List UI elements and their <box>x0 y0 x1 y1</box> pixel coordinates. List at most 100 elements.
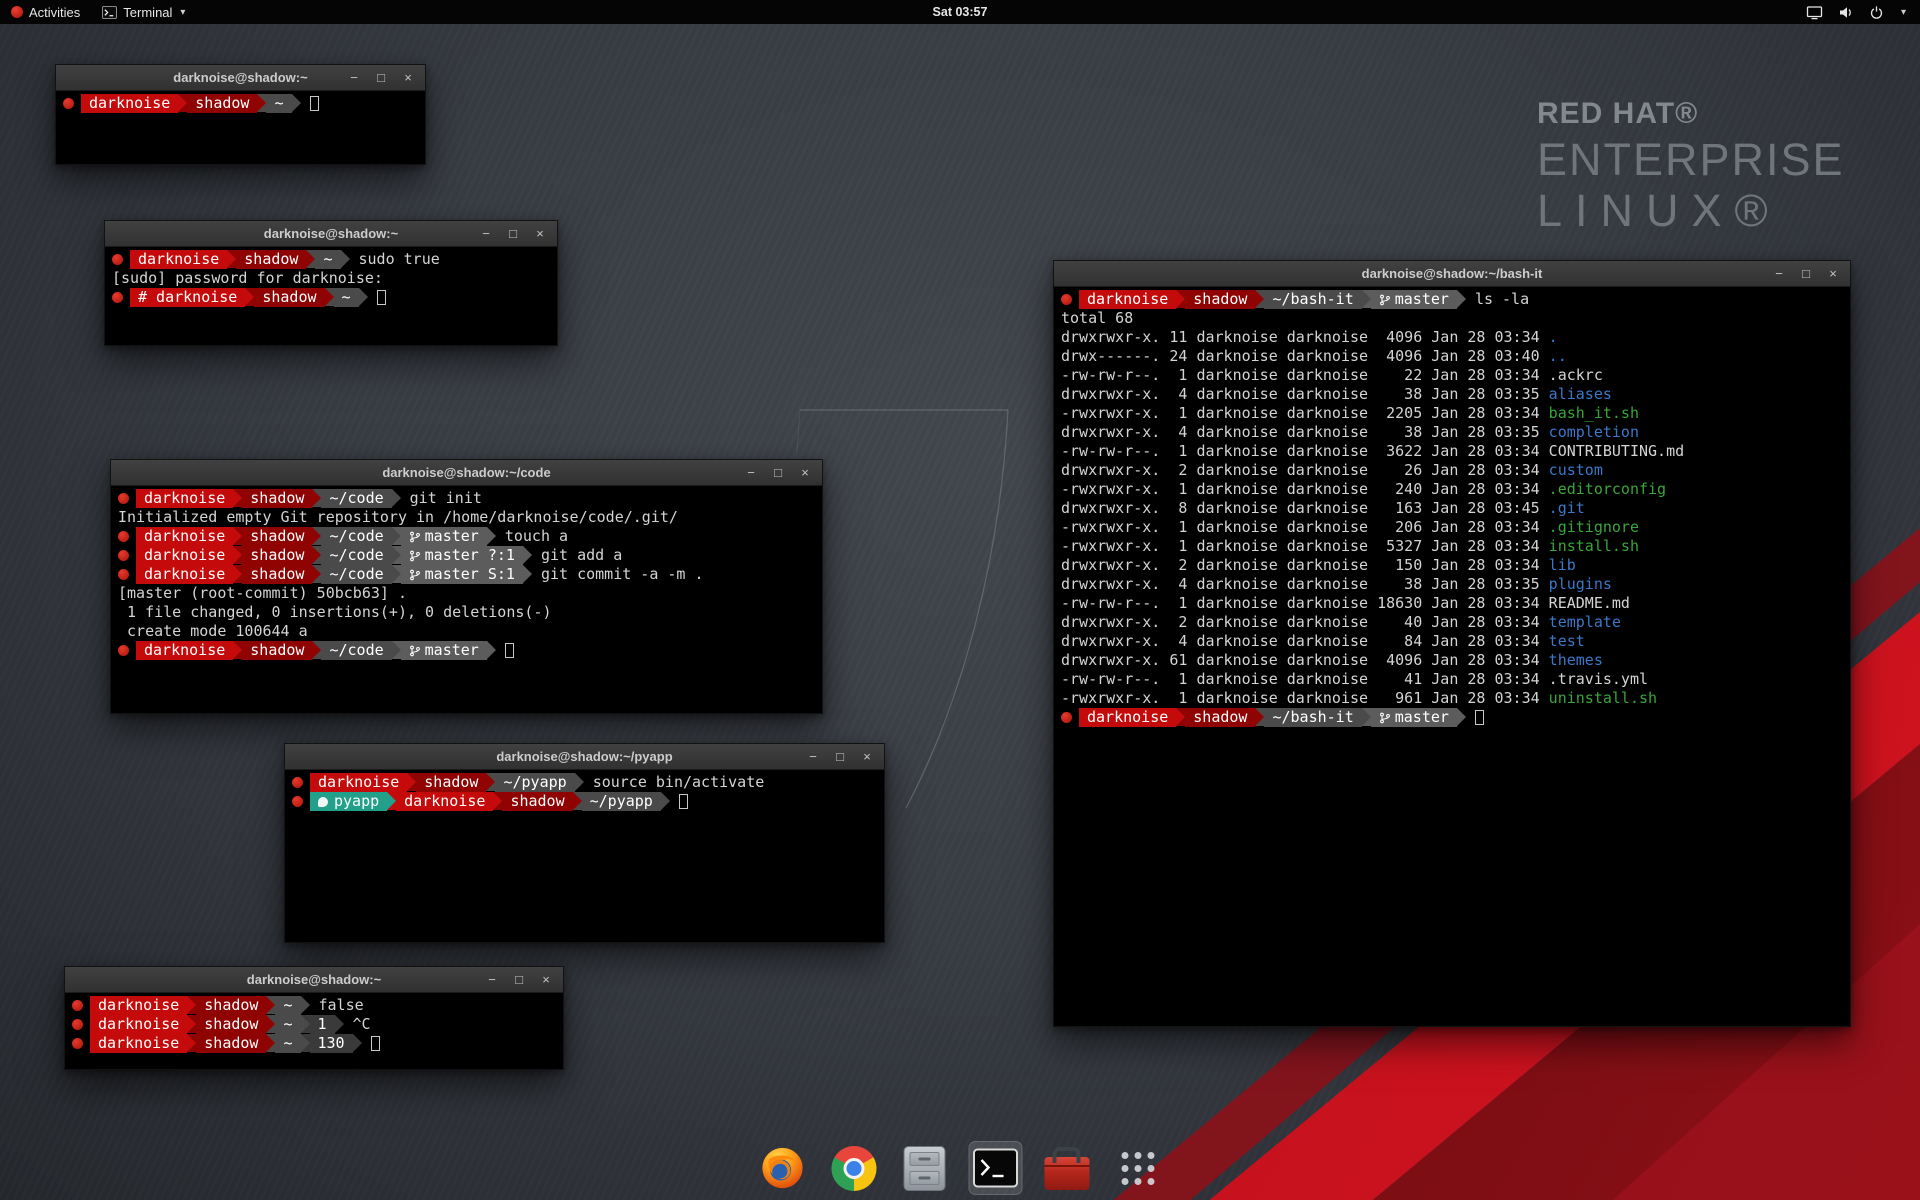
clock[interactable]: Sat 03:57 <box>933 5 988 19</box>
redhat-logo-icon <box>11 6 23 18</box>
powerline-separator <box>233 546 242 564</box>
terminal-content[interactable]: darknoiseshadow~/codegit initInitialized… <box>111 486 822 660</box>
titlebar[interactable]: darknoise@shadow:~/code − □ × <box>111 460 822 486</box>
prompt-segment-host: shadow <box>242 546 312 565</box>
ls-file-meta: -rw-rw-r--. 1 darknoise darknoise 18630 … <box>1061 594 1549 612</box>
rhel-wallpaper-logo: RED HAT® ENTERPRISE LINUX® <box>1537 98 1845 234</box>
prompt-segment-user: darknoise <box>81 94 178 113</box>
prompt-segment-user: darknoise <box>1079 290 1176 309</box>
maximize-button[interactable]: □ <box>1797 261 1815 287</box>
terminal-output-line: Initialized empty Git repository in /hom… <box>116 508 817 527</box>
prompt-segment-path: ~/code <box>321 565 391 584</box>
ls-file-name: .gitignore <box>1549 518 1639 536</box>
ls-row: drwxrwxr-x. 4 darknoise darknoise 84 Jan… <box>1059 632 1845 651</box>
prompt-segment-path: ~/bash-it <box>1264 708 1361 727</box>
powerline-separator <box>312 489 321 507</box>
prompt-segment-host: shadow <box>1185 290 1255 309</box>
file-cabinet-icon <box>904 1146 946 1191</box>
dock-item-terminal[interactable] <box>969 1141 1023 1195</box>
close-button[interactable]: × <box>858 744 876 770</box>
terminal-cursor <box>310 96 319 111</box>
minimize-button[interactable]: − <box>804 744 822 770</box>
maximize-button[interactable]: □ <box>769 460 787 486</box>
prompt-segment-git: master <box>401 641 487 660</box>
powerline-separator <box>487 527 496 545</box>
command-text: git add a <box>532 546 622 565</box>
close-button[interactable]: × <box>537 967 555 993</box>
powerline-separator <box>392 565 401 583</box>
dock-item-software[interactable] <box>1040 1141 1094 1195</box>
window-title: darknoise@shadow:~/code <box>382 465 550 480</box>
ls-file-meta: drwxrwxr-x. 8 darknoise darknoise 163 Ja… <box>1061 499 1549 517</box>
power-icon[interactable] <box>1869 5 1884 20</box>
prompt-line: darknoiseshadow~/pyappsource bin/activat… <box>290 773 879 792</box>
close-button[interactable]: × <box>796 460 814 486</box>
activities-button[interactable]: Activities <box>0 0 91 24</box>
prompt-line: darknoiseshadow~/codegit init <box>116 489 817 508</box>
prompt-line: darknoiseshadow~/bash-itmaster <box>1059 708 1845 727</box>
close-button[interactable]: × <box>399 65 417 91</box>
terminal-output-line: create mode 100644 a <box>116 622 817 641</box>
ls-file-name: . <box>1549 328 1558 346</box>
volume-icon[interactable] <box>1838 5 1854 20</box>
dock-item-firefox[interactable] <box>756 1141 810 1195</box>
prompt-segment-user: darknoise <box>130 250 227 269</box>
powerline-separator <box>301 1015 310 1033</box>
close-button[interactable]: × <box>531 221 549 247</box>
minimize-button[interactable]: − <box>742 460 760 486</box>
titlebar[interactable]: darknoise@shadow:~/bash-it − □ × <box>1054 261 1850 287</box>
maximize-button[interactable]: □ <box>504 221 522 247</box>
minimize-button[interactable]: − <box>483 967 501 993</box>
prompt-line: darknoiseshadow~/bash-itmasterls -la <box>1059 290 1845 309</box>
ls-file-meta: drwx------. 24 darknoise darknoise 4096 … <box>1061 347 1549 365</box>
ls-file-meta: drwxrwxr-x. 4 darknoise darknoise 84 Jan… <box>1061 632 1549 650</box>
prompt-line: darknoiseshadow~/codemaster <box>116 641 817 660</box>
window-buttons: − □ × <box>345 65 417 91</box>
close-button[interactable]: × <box>1824 261 1842 287</box>
powerline-separator <box>266 996 275 1014</box>
minimize-button[interactable]: − <box>477 221 495 247</box>
titlebar[interactable]: darknoise@shadow:~ − □ × <box>56 65 425 91</box>
top-bar-left: Activities Terminal ▾ <box>0 0 196 24</box>
minimize-button[interactable]: − <box>345 65 363 91</box>
prompt-segment-path: ~/code <box>321 641 391 660</box>
titlebar[interactable]: darknoise@shadow:~ − □ × <box>105 221 557 247</box>
titlebar[interactable]: darknoise@shadow:~/pyapp − □ × <box>285 744 884 770</box>
prompt-segment-path: ~ <box>266 94 291 113</box>
powerline-separator <box>233 565 242 583</box>
terminal-content[interactable]: darknoiseshadow~/bash-itmasterls -latota… <box>1054 287 1850 727</box>
maximize-button[interactable]: □ <box>510 967 528 993</box>
drawer-bottom <box>910 1171 940 1185</box>
titlebar[interactable]: darknoise@shadow:~ − □ × <box>65 967 563 993</box>
terminal-content[interactable]: darknoiseshadow~falsedarknoiseshadow~1^C… <box>65 993 563 1053</box>
terminal-output-line: [master (root-commit) 50bcb63] . <box>116 584 817 603</box>
powerline-separator <box>266 1015 275 1033</box>
dock-item-files[interactable] <box>898 1141 952 1195</box>
window-buttons: − □ × <box>1770 261 1842 287</box>
prompt-segment-user: darknoise <box>136 565 233 584</box>
ls-row: -rwxrwxr-x. 1 darknoise darknoise 206 Ja… <box>1059 518 1845 537</box>
terminal-output-line: total 68 <box>1059 309 1845 328</box>
ls-row: drwxrwxr-x. 2 darknoise darknoise 26 Jan… <box>1059 461 1845 480</box>
app-menu-terminal[interactable]: Terminal ▾ <box>91 0 196 24</box>
maximize-button[interactable]: □ <box>831 744 849 770</box>
prompt-segment-git: master S:1 <box>401 565 523 584</box>
window-buttons: − □ × <box>804 744 876 770</box>
terminal-content[interactable]: darknoiseshadow~ <box>56 91 425 113</box>
system-status-area[interactable]: ▾ <box>1806 0 1920 24</box>
dock <box>756 1141 1165 1195</box>
terminal-content[interactable]: darknoiseshadow~/pyappsource bin/activat… <box>285 770 884 811</box>
redhat-icon <box>292 777 303 788</box>
prompt-segment-git: master ?:1 <box>401 546 523 565</box>
dock-item-show-applications[interactable] <box>1111 1141 1165 1195</box>
maximize-button[interactable]: □ <box>372 65 390 91</box>
terminal-content[interactable]: darknoiseshadow~sudo true[sudo] password… <box>105 247 557 307</box>
minimize-button[interactable]: − <box>1770 261 1788 287</box>
prompt-segment-host: shadow <box>196 1034 266 1053</box>
display-icon[interactable] <box>1806 5 1823 20</box>
powerline-separator <box>392 527 401 545</box>
redhat-icon <box>112 254 123 265</box>
prompt-line: darknoiseshadow~ <box>61 94 420 113</box>
ls-row: drwxrwxr-x. 8 darknoise darknoise 163 Ja… <box>1059 499 1845 518</box>
dock-item-chrome[interactable] <box>827 1141 881 1195</box>
